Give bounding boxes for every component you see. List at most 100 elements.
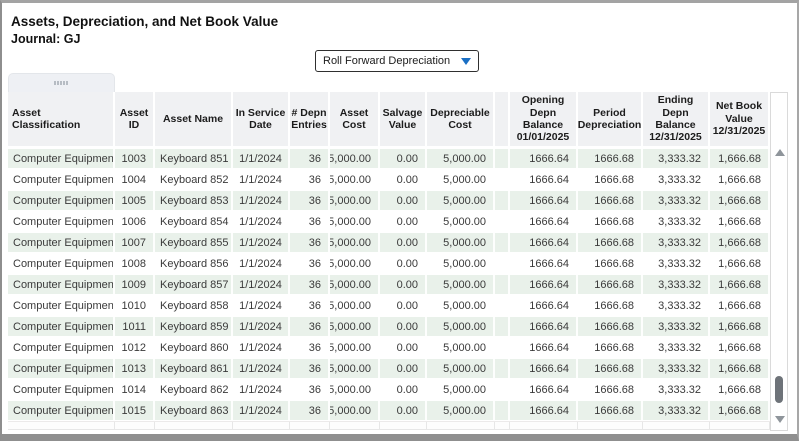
cell: 1,666.68: [710, 379, 770, 400]
cell: [495, 337, 510, 358]
cell: 1666.68: [578, 317, 643, 336]
cell: 1,666.68: [710, 233, 770, 252]
cell: 1666.64: [510, 169, 578, 190]
cell: 1/1/2024: [233, 337, 290, 358]
cell: Computer Equipment: [8, 337, 115, 358]
vertical-scrollbar[interactable]: [770, 92, 788, 431]
cell: Keyboard 853: [155, 191, 233, 210]
header-cell: # Depn Entries: [290, 92, 330, 146]
table-row: Computer Equipment1015Keyboard 8631/1/20…: [8, 400, 770, 421]
scroll-down-icon[interactable]: [775, 416, 785, 423]
cell: 1009: [115, 275, 155, 294]
scroll-up-icon[interactable]: [775, 149, 785, 156]
cell: Computer Equipment: [8, 275, 115, 294]
cell: 1666.68: [578, 149, 643, 168]
cell: 1008: [115, 253, 155, 274]
cell: 1003: [115, 149, 155, 168]
table-drag-tab[interactable]: [8, 73, 115, 92]
cell: 0.00: [380, 359, 427, 378]
cell: 36: [290, 253, 330, 274]
cell: 5,000.00: [330, 191, 380, 210]
cell: Computer Equipment: [8, 149, 115, 168]
cell: 1666.68: [578, 359, 643, 378]
cell: 1/1/2024: [233, 233, 290, 252]
scrollbar-thumb[interactable]: [775, 376, 783, 403]
cell: 1666.68: [578, 211, 643, 232]
cell: 1/1/2024: [233, 275, 290, 294]
cell: 1/1/2024: [233, 253, 290, 274]
cell: 5,000.00: [330, 233, 380, 252]
empty-cell: [290, 422, 330, 429]
cell: 0.00: [380, 275, 427, 294]
cell: 1010: [115, 295, 155, 316]
cell: 36: [290, 233, 330, 252]
header-cell: Period Depreciation: [578, 92, 643, 146]
cell: 1/1/2024: [233, 401, 290, 420]
cell: 1666.64: [510, 211, 578, 232]
header-cell: Asset Classification: [8, 92, 115, 146]
cell: 0.00: [380, 233, 427, 252]
table-header-row: Asset ClassificationAsset IDAsset NameIn…: [8, 92, 770, 146]
cell: 36: [290, 149, 330, 168]
cell: 36: [290, 379, 330, 400]
cell: 1/1/2024: [233, 211, 290, 232]
cell: 3,333.32: [643, 295, 710, 316]
cell: 1666.68: [578, 169, 643, 190]
cell: [495, 191, 510, 210]
cell: Keyboard 856: [155, 253, 233, 274]
cell: 1666.68: [578, 191, 643, 210]
table-row: Computer Equipment1010Keyboard 8581/1/20…: [8, 295, 770, 316]
cell: 1/1/2024: [233, 317, 290, 336]
cell: 0.00: [380, 253, 427, 274]
cell: 0.00: [380, 337, 427, 358]
cell: 1006: [115, 211, 155, 232]
cell: 3,333.32: [643, 275, 710, 294]
cell: [495, 253, 510, 274]
cell: 3,333.32: [643, 169, 710, 190]
cell: 1/1/2024: [233, 191, 290, 210]
dropdown-caret-icon: [461, 58, 471, 65]
cell: 3,333.32: [643, 359, 710, 378]
cell: 0.00: [380, 295, 427, 316]
table-row: Computer Equipment1005Keyboard 8531/1/20…: [8, 190, 770, 211]
cell: 3,333.32: [643, 149, 710, 168]
header-cell: Asset ID: [115, 92, 155, 146]
cell: Computer Equipment: [8, 191, 115, 210]
cell: Computer Equipment: [8, 253, 115, 274]
cell: 5,000.00: [427, 149, 495, 168]
cell: 5,000.00: [427, 233, 495, 252]
cell: 1/1/2024: [233, 169, 290, 190]
table-row: Computer Equipment1013Keyboard 8611/1/20…: [8, 358, 770, 379]
cell: 1666.68: [578, 295, 643, 316]
empty-cell: [643, 422, 710, 429]
cell: 1666.68: [578, 379, 643, 400]
cell: 1,666.68: [710, 295, 770, 316]
cell: 36: [290, 359, 330, 378]
header-cell: Opening Depn Balance 01/01/2025: [510, 92, 578, 146]
cell: Computer Equipment: [8, 401, 115, 420]
cell: 1004: [115, 169, 155, 190]
cell: 1,666.68: [710, 337, 770, 358]
cell: Computer Equipment: [8, 317, 115, 336]
cell: 1666.64: [510, 295, 578, 316]
cell: 1015: [115, 401, 155, 420]
cell: 5,000.00: [330, 275, 380, 294]
cell: Keyboard 851: [155, 149, 233, 168]
header-cell: Asset Cost: [330, 92, 380, 146]
cell: 5,000.00: [330, 337, 380, 358]
cell: 1666.64: [510, 253, 578, 274]
empty-cell: [330, 422, 380, 429]
empty-cell: [233, 422, 290, 429]
cell: 1,666.68: [710, 317, 770, 336]
cell: 1,666.68: [710, 275, 770, 294]
cell: 5,000.00: [330, 149, 380, 168]
cell: 5,000.00: [330, 401, 380, 420]
report-view-dropdown[interactable]: Roll Forward Depreciation: [315, 50, 479, 72]
dropdown-value: Roll Forward Depreciation: [316, 55, 461, 67]
cell: 36: [290, 211, 330, 232]
cell: 1013: [115, 359, 155, 378]
cell: 1666.64: [510, 317, 578, 336]
cell: 5,000.00: [330, 317, 380, 336]
cell: Computer Equipment: [8, 295, 115, 316]
table-body: Computer Equipment1003Keyboard 8511/1/20…: [8, 148, 770, 421]
